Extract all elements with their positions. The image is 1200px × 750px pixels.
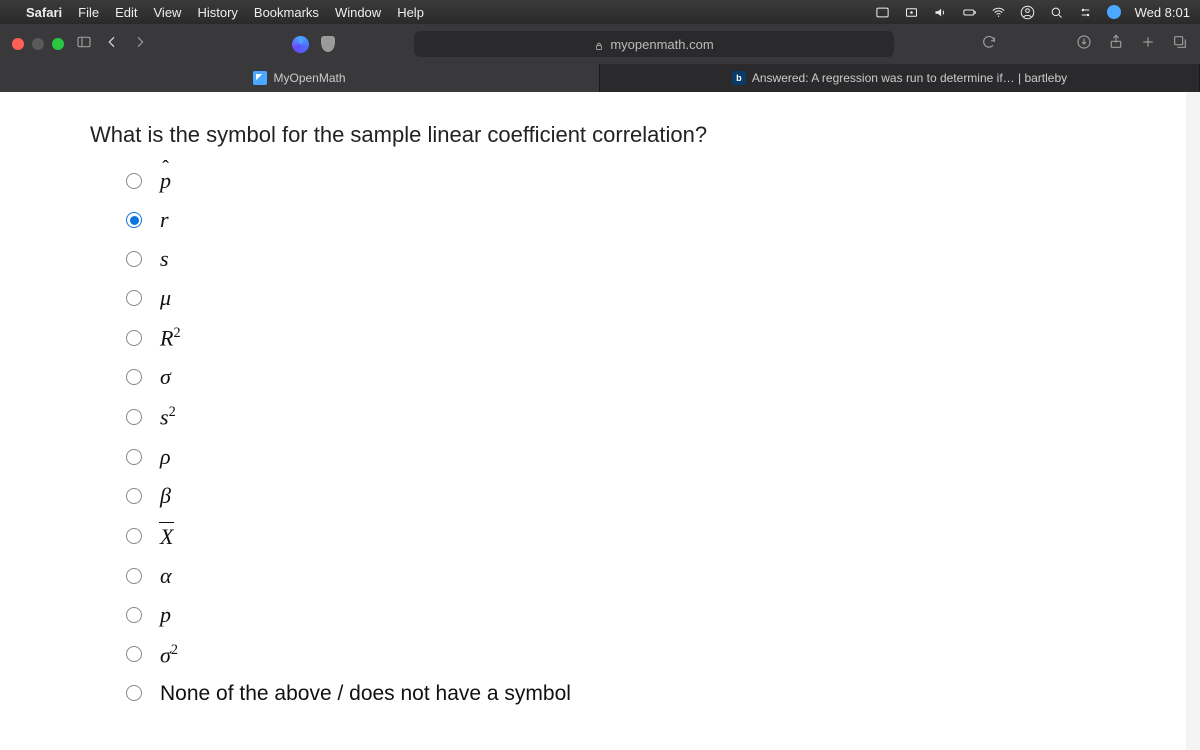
option-label: α — [160, 565, 172, 587]
clock[interactable]: Wed 8:01 — [1135, 5, 1190, 20]
radio-button[interactable] — [126, 449, 142, 465]
option-label: s2 — [160, 405, 176, 428]
spotlight-icon[interactable] — [1049, 5, 1064, 20]
app-name[interactable]: Safari — [26, 5, 62, 20]
menu-help[interactable]: Help — [397, 5, 424, 20]
wifi-icon[interactable] — [991, 5, 1006, 20]
menu-bookmarks[interactable]: Bookmarks — [254, 5, 319, 20]
radio-button[interactable] — [126, 488, 142, 504]
tab-strip: MyOpenMath b Answered: A regression was … — [0, 64, 1200, 92]
menu-history[interactable]: History — [197, 5, 237, 20]
option-p[interactable]: p — [126, 604, 1186, 626]
new-tab-button[interactable] — [1140, 34, 1156, 55]
user-icon[interactable] — [1020, 5, 1035, 20]
radio-button[interactable] — [126, 646, 142, 662]
close-window-button[interactable] — [12, 38, 24, 50]
tab-myopenmath[interactable]: MyOpenMath — [0, 64, 600, 92]
option-label: μ — [160, 287, 171, 309]
radio-button[interactable] — [126, 251, 142, 267]
window-controls — [12, 38, 64, 50]
option-alpha[interactable]: α — [126, 565, 1186, 587]
siri-icon[interactable] — [1107, 5, 1121, 19]
site-favicon-icon — [292, 36, 309, 53]
back-button[interactable] — [104, 34, 120, 55]
privacy-shield-icon[interactable] — [321, 36, 335, 52]
system-tray: Wed 8:01 — [875, 5, 1190, 20]
control-center-icon[interactable] — [1078, 5, 1093, 20]
option-xbar[interactable]: X — [126, 524, 1186, 548]
radio-button[interactable] — [126, 568, 142, 584]
radio-button[interactable] — [126, 290, 142, 306]
option-label: β — [160, 485, 171, 507]
radio-button[interactable] — [126, 528, 142, 544]
macos-menubar: Safari File Edit View History Bookmarks … — [0, 0, 1200, 24]
option-R2[interactable]: R2 — [126, 326, 1186, 349]
stage-manager-icon[interactable] — [875, 5, 890, 20]
radio-button[interactable] — [126, 685, 142, 701]
sidebar-toggle-button[interactable] — [76, 34, 92, 55]
option-none[interactable]: None of the above / does not have a symb… — [126, 683, 1186, 704]
options-list: prsμR2σs2ρβXαpσ2None of the above / does… — [90, 170, 1186, 704]
downloads-button[interactable] — [1076, 34, 1092, 55]
option-label: r — [160, 209, 169, 231]
option-label: p — [160, 604, 171, 626]
lock-icon — [594, 39, 604, 49]
browser-toolbar: myopenmath.com — [0, 24, 1200, 64]
menu-view[interactable]: View — [154, 5, 182, 20]
option-phat[interactable]: p — [126, 170, 1186, 192]
tab-label: MyOpenMath — [273, 71, 345, 85]
question-text: What is the symbol for the sample linear… — [90, 122, 1186, 148]
radio-button[interactable] — [126, 369, 142, 385]
menu-file[interactable]: File — [78, 5, 99, 20]
tab-bartleby[interactable]: b Answered: A regression was run to dete… — [600, 64, 1200, 92]
fullscreen-window-button[interactable] — [52, 38, 64, 50]
radio-button[interactable] — [126, 330, 142, 346]
option-label: p — [160, 170, 171, 192]
option-mu[interactable]: μ — [126, 287, 1186, 309]
reload-button[interactable] — [981, 34, 997, 55]
option-sigma[interactable]: σ — [126, 366, 1186, 388]
option-sigma2[interactable]: σ2 — [126, 643, 1186, 666]
tab-favicon-icon: b — [732, 71, 746, 85]
battery-icon[interactable] — [962, 5, 977, 20]
tab-label: Answered: A regression was run to determ… — [752, 71, 1067, 85]
radio-button[interactable] — [126, 212, 142, 228]
page-content: What is the symbol for the sample linear… — [0, 92, 1186, 750]
screen-record-icon[interactable] — [904, 5, 919, 20]
share-button[interactable] — [1108, 34, 1124, 55]
option-label: X — [160, 524, 173, 548]
option-label: s — [160, 248, 169, 270]
option-label: σ — [160, 366, 171, 388]
option-label: ρ — [160, 446, 171, 468]
radio-button[interactable] — [126, 173, 142, 189]
option-label: R2 — [160, 326, 181, 349]
menu-edit[interactable]: Edit — [115, 5, 137, 20]
option-rho[interactable]: ρ — [126, 446, 1186, 468]
option-beta[interactable]: β — [126, 485, 1186, 507]
option-label: σ2 — [160, 643, 178, 666]
volume-icon[interactable] — [933, 5, 948, 20]
option-s[interactable]: s — [126, 248, 1186, 270]
tab-overview-button[interactable] — [1172, 34, 1188, 55]
radio-button[interactable] — [126, 409, 142, 425]
option-label: None of the above / does not have a symb… — [160, 683, 571, 704]
option-r[interactable]: r — [126, 209, 1186, 231]
menu-window[interactable]: Window — [335, 5, 381, 20]
tab-favicon-icon — [253, 71, 267, 85]
radio-button[interactable] — [126, 607, 142, 623]
option-s2[interactable]: s2 — [126, 405, 1186, 428]
url-bar[interactable]: myopenmath.com — [414, 31, 894, 57]
scrollbar[interactable] — [1186, 92, 1200, 750]
minimize-window-button[interactable] — [32, 38, 44, 50]
forward-button[interactable] — [132, 34, 148, 55]
url-text: myopenmath.com — [610, 37, 713, 52]
